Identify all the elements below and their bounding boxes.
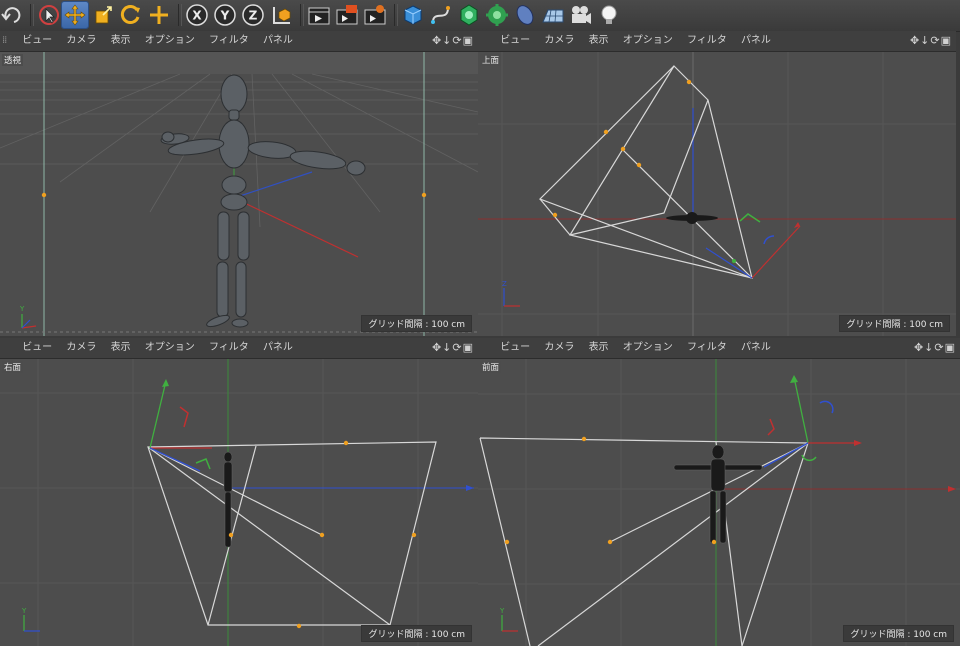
viewport-label: 上面 (480, 54, 502, 66)
camera-icon[interactable] (568, 2, 594, 28)
menu-camera[interactable]: カメラ (66, 31, 96, 51)
main-toolbar: X Y Z (0, 0, 960, 32)
render-picture-viewer-icon[interactable] (334, 2, 360, 28)
live-selection-icon[interactable] (36, 2, 62, 28)
viewport-nav-icons[interactable]: ✥↓⟳▣ (914, 338, 956, 358)
viewport-menubar: ビュー カメラ 表示 オプション フィルタ パネル ✥↓⟳▣ (0, 338, 478, 359)
render-view-icon[interactable] (306, 2, 332, 28)
perspective-canvas[interactable]: Y (0, 52, 478, 336)
rotate-icon[interactable] (118, 2, 144, 28)
menu-display[interactable]: 表示 (589, 31, 609, 51)
menu-display[interactable]: 表示 (589, 338, 609, 358)
undo-icon[interactable] (0, 2, 26, 28)
x-axis-lock-button[interactable]: X (184, 2, 210, 28)
viewport-top[interactable]: ビュー カメラ 表示 オプション フィルタ パネル ✥↓⟳▣ Z 上面 グリッド… (478, 31, 956, 336)
menu-view[interactable]: ビュー (22, 31, 52, 51)
menu-camera[interactable]: カメラ (66, 338, 96, 358)
viewport-label: 前面 (480, 361, 502, 373)
right-canvas[interactable]: Y (0, 359, 478, 646)
menu-view[interactable]: ビュー (500, 338, 530, 358)
move-icon[interactable] (61, 1, 89, 29)
create-object-icon[interactable] (146, 2, 172, 28)
menu-options[interactable]: オプション (145, 31, 195, 51)
top-canvas[interactable]: Z (478, 52, 956, 336)
z-axis-lock-button[interactable]: Z (240, 2, 266, 28)
viewport-perspective[interactable]: ⁞⁞ ビュー カメラ 表示 オプション フィルタ パネル ✥↓⟳▣ Y 透視 グ… (0, 31, 478, 336)
svg-text:Y: Y (21, 607, 27, 615)
menu-panel[interactable]: パネル (263, 31, 293, 51)
environment-icon[interactable] (512, 2, 538, 28)
spline-icon[interactable] (428, 2, 454, 28)
viewport-nav-icons[interactable]: ✥↓⟳▣ (432, 338, 474, 358)
menu-filter[interactable]: フィルタ (209, 31, 249, 51)
viewport-label: 透視 (2, 54, 24, 66)
render-settings-icon[interactable] (362, 2, 388, 28)
menu-options[interactable]: オプション (145, 338, 195, 358)
front-canvas[interactable]: Y (478, 359, 960, 646)
menu-panel[interactable]: パネル (741, 31, 771, 51)
svg-text:Z: Z (249, 9, 258, 23)
viewport-menubar: ⁞⁞ ビュー カメラ 表示 オプション フィルタ パネル ✥↓⟳▣ (0, 31, 478, 52)
grid-spacing-label: グリッド間隔 : 100 cm (361, 625, 472, 642)
cube-icon[interactable] (400, 2, 426, 28)
menu-options[interactable]: オプション (623, 31, 673, 51)
viewport-right[interactable]: ビュー カメラ 表示 オプション フィルタ パネル ✥↓⟳▣ Y 右面 グリッド… (0, 338, 478, 646)
menu-options[interactable]: オプション (623, 338, 673, 358)
deformer-icon[interactable] (484, 2, 510, 28)
menu-display[interactable]: 表示 (111, 31, 131, 51)
menu-view[interactable]: ビュー (500, 31, 530, 51)
menu-camera[interactable]: カメラ (544, 31, 574, 51)
menu-panel[interactable]: パネル (741, 338, 771, 358)
menu-view[interactable]: ビュー (22, 338, 52, 358)
svg-text:Y: Y (19, 305, 25, 313)
mannequin (223, 451, 233, 548)
scale-icon[interactable] (90, 2, 116, 28)
grid-spacing-label: グリッド間隔 : 100 cm (361, 315, 472, 332)
menu-filter[interactable]: フィルタ (687, 31, 727, 51)
viewport-label: 右面 (2, 361, 24, 373)
menu-display[interactable]: 表示 (111, 338, 131, 358)
floor-grid-icon[interactable] (540, 2, 566, 28)
viewport-menubar: ビュー カメラ 表示 オプション フィルタ パネル ✥↓⟳▣ (478, 338, 960, 359)
grid-spacing-label: グリッド間隔 : 100 cm (839, 315, 950, 332)
svg-text:X: X (192, 9, 202, 23)
svg-text:Y: Y (499, 607, 505, 615)
menu-camera[interactable]: カメラ (544, 338, 574, 358)
menu-panel[interactable]: パネル (263, 338, 293, 358)
viewport-front[interactable]: ビュー カメラ 表示 オプション フィルタ パネル ✥↓⟳▣ Y 前面 グリッド… (478, 338, 960, 646)
y-axis-lock-button[interactable]: Y (212, 2, 238, 28)
viewport-nav-icons[interactable]: ✥↓⟳▣ (910, 31, 952, 51)
viewport-menubar: ビュー カメラ 表示 オプション フィルタ パネル ✥↓⟳▣ (478, 31, 956, 52)
viewport-nav-icons[interactable]: ✥↓⟳▣ (432, 31, 474, 51)
menu-filter[interactable]: フィルタ (209, 338, 249, 358)
svg-text:Y: Y (220, 9, 230, 23)
grid-spacing-label: グリッド間隔 : 100 cm (843, 625, 954, 642)
world-coordinates-icon[interactable] (268, 2, 294, 28)
menu-filter[interactable]: フィルタ (687, 338, 727, 358)
generator-icon[interactable] (456, 2, 482, 28)
svg-text:Z: Z (502, 280, 507, 288)
light-icon[interactable] (596, 2, 622, 28)
